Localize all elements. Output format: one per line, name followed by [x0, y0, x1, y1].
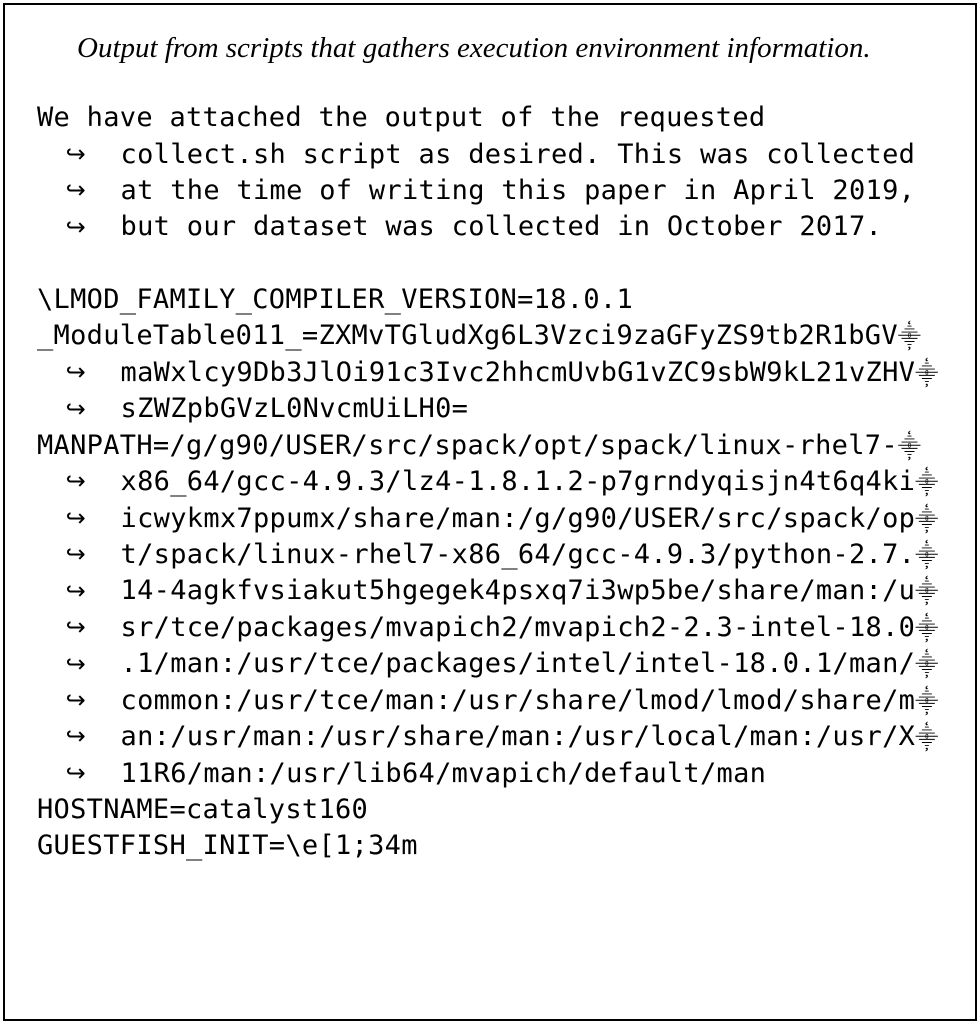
line-wrap-mark-icon: ⸎ — [915, 359, 938, 389]
code-text: an:/usr/man:/usr/share/man:/usr/local/ma… — [121, 719, 916, 755]
continuation-arrow-icon: ↪ — [66, 721, 86, 753]
continuation-arrow-icon: ↪ — [66, 539, 86, 571]
code-line: ↪ maWxlcy9Db3JlOi91c3Ivc2hhcmUvbG1vZC9sb… — [37, 355, 943, 391]
code-text: 11R6/man:/usr/lib64/mvapich/default/man — [121, 756, 767, 792]
code-text: maWxlcy9Db3JlOi91c3Ivc2hhcmUvbG1vZC9sbW9… — [121, 355, 916, 391]
continuation-arrow-icon: ↪ — [66, 466, 86, 498]
code-line: ↪ at the time of writing this paper in A… — [37, 173, 943, 209]
continuation-arrow-icon: ↪ — [66, 758, 86, 790]
continuation-arrow-icon: ↪ — [66, 503, 86, 535]
code-text: sr/tce/packages/mvapich2/mvapich2-2.3-in… — [121, 610, 916, 646]
code-line: ↪ but our dataset was collected in Octob… — [37, 209, 943, 245]
code-line: We have attached the output of the reque… — [37, 100, 943, 136]
intro-block: We have attached the output of the reque… — [37, 100, 943, 246]
code-line: ↪ x86_64/gcc-4.9.3/lz4-1.8.1.2-p7grndyqi… — [37, 464, 943, 500]
line-wrap-mark-icon: ⸎ — [915, 577, 938, 607]
line-wrap-mark-icon: ⸎ — [915, 687, 938, 717]
code-line: ↪ sZWZpbGVzL0NvcmUiLH0= — [37, 391, 943, 427]
document-frame: Output from scripts that gathers executi… — [3, 3, 977, 1021]
code-line: _ModuleTable011_=ZXMvTGludXg6L3Vzci9zaGF… — [37, 318, 943, 354]
code-text: icwykmx7ppumx/share/man:/g/g90/USER/src/… — [121, 501, 916, 537]
continuation-arrow-icon: ↪ — [66, 139, 86, 171]
code-line: GUESTFISH_INIT=\e[1;34m — [37, 828, 943, 864]
code-line: ↪ an:/usr/man:/usr/share/man:/usr/local/… — [37, 719, 943, 755]
code-line: ↪ collect.sh script as desired. This was… — [37, 137, 943, 173]
code-line: ↪ 11R6/man:/usr/lib64/mvapich/default/ma… — [37, 756, 943, 792]
code-line: ↪ 14-4agkfvsiakut5hgegek4psxq7i3wp5be/sh… — [37, 573, 943, 609]
continuation-arrow-icon: ↪ — [66, 175, 86, 207]
code-line: ↪ sr/tce/packages/mvapich2/mvapich2-2.3-… — [37, 610, 943, 646]
code-text: at the time of writing this paper in Apr… — [121, 173, 916, 209]
line-wrap-mark-icon: ⸎ — [915, 541, 938, 571]
code-line: MANPATH=/g/g90/USER/src/spack/opt/spack/… — [37, 428, 943, 464]
code-line: ↪ common:/usr/tce/man:/usr/share/lmod/lm… — [37, 683, 943, 719]
continuation-arrow-icon: ↪ — [66, 685, 86, 717]
continuation-arrow-icon: ↪ — [66, 612, 86, 644]
line-wrap-mark-icon: ⸎ — [898, 432, 921, 462]
line-wrap-mark-icon: ⸎ — [898, 322, 921, 352]
continuation-arrow-icon: ↪ — [66, 212, 86, 244]
continuation-arrow-icon: ↪ — [66, 649, 86, 681]
code-line: HOSTNAME=catalyst160 — [37, 792, 943, 828]
code-text: .1/man:/usr/tce/packages/intel/intel-18.… — [121, 646, 916, 682]
code-text: but our dataset was collected in October… — [121, 209, 883, 245]
continuation-arrow-icon: ↪ — [66, 394, 86, 426]
caption-text: Output from scripts that gathers executi… — [37, 29, 943, 68]
code-text: t/spack/linux-rhel7-x86_64/gcc-4.9.3/pyt… — [121, 537, 916, 573]
code-line: ↪ icwykmx7ppumx/share/man:/g/g90/USER/sr… — [37, 501, 943, 537]
code-text: collect.sh script as desired. This was c… — [121, 137, 916, 173]
code-text: MANPATH=/g/g90/USER/src/spack/opt/spack/… — [37, 428, 898, 464]
caption-content: Output from scripts that gathers executi… — [77, 32, 871, 64]
code-text: sZWZpbGVzL0NvcmUiLH0= — [121, 391, 469, 427]
code-text: HOSTNAME=catalyst160 — [37, 792, 368, 828]
code-text: \LMOD_FAMILY_COMPILER_VERSION=18.0.1 — [37, 282, 633, 318]
continuation-arrow-icon: ↪ — [66, 576, 86, 608]
code-text: x86_64/gcc-4.9.3/lz4-1.8.1.2-p7grndyqisj… — [121, 464, 916, 500]
line-wrap-mark-icon: ⸎ — [915, 468, 938, 498]
code-text: _ModuleTable011_=ZXMvTGludXg6L3Vzci9zaGF… — [37, 318, 898, 354]
line-wrap-mark-icon: ⸎ — [915, 505, 938, 535]
code-text: common:/usr/tce/man:/usr/share/lmod/lmod… — [121, 683, 916, 719]
code-text: GUESTFISH_INIT=\e[1;34m — [37, 828, 418, 864]
code-text: We have attached the output of the reque… — [37, 100, 765, 136]
code-line: ↪ .1/man:/usr/tce/packages/intel/intel-1… — [37, 646, 943, 682]
code-line: ↪ t/spack/linux-rhel7-x86_64/gcc-4.9.3/p… — [37, 537, 943, 573]
code-line: \LMOD_FAMILY_COMPILER_VERSION=18.0.1 — [37, 282, 943, 318]
code-text: 14-4agkfvsiakut5hgegek4psxq7i3wp5be/shar… — [121, 573, 916, 609]
line-wrap-mark-icon: ⸎ — [915, 614, 938, 644]
line-wrap-mark-icon: ⸎ — [915, 650, 938, 680]
env-block: \LMOD_FAMILY_COMPILER_VERSION=18.0.1_Mod… — [37, 282, 943, 865]
continuation-arrow-icon: ↪ — [66, 357, 86, 389]
line-wrap-mark-icon: ⸎ — [915, 723, 938, 753]
